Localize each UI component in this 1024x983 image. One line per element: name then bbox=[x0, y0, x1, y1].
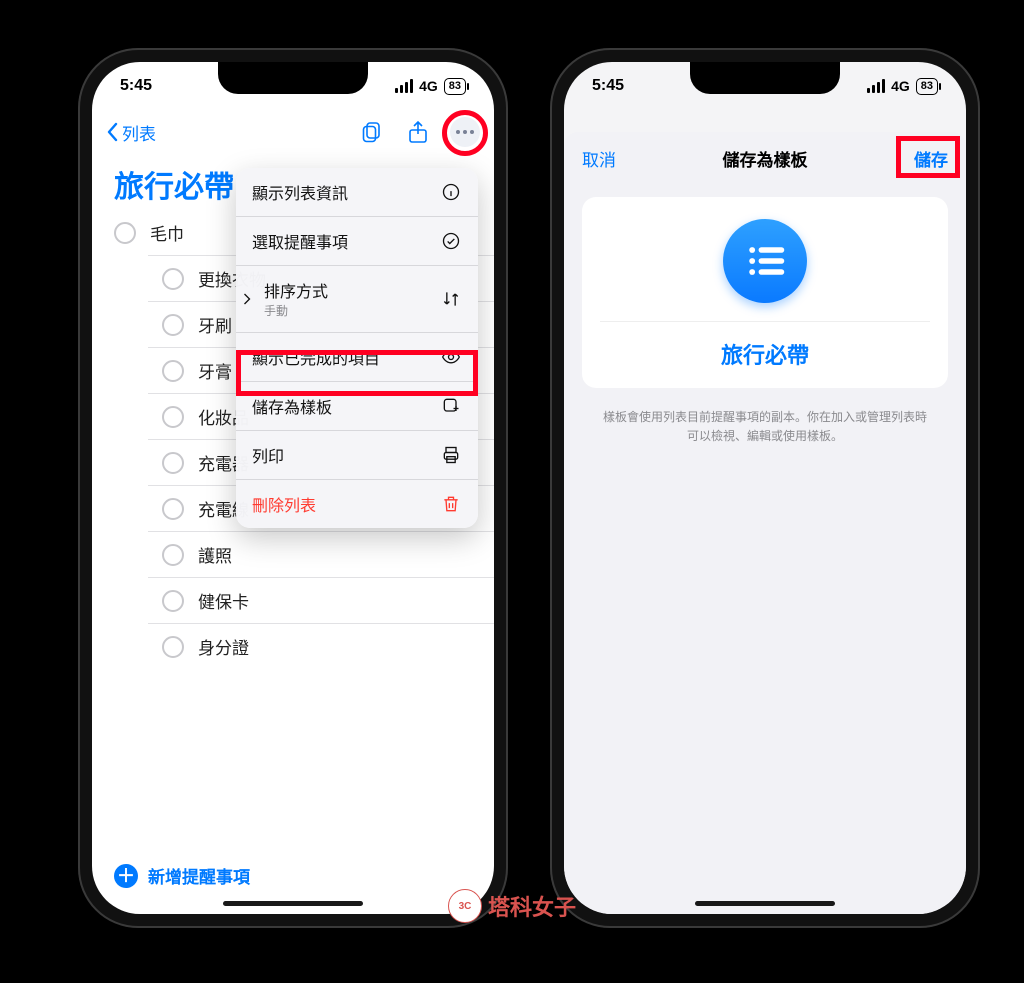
menu-label: 儲存為樣板 bbox=[252, 394, 332, 418]
iphone-frame-left: 5:45 4G 83 列表 旅行必帶 bbox=[78, 48, 508, 928]
back-button[interactable]: 列表 bbox=[106, 120, 156, 145]
reminder-label: 牙刷 bbox=[198, 312, 232, 337]
checkbox-icon[interactable] bbox=[162, 590, 184, 612]
network-label: 4G bbox=[891, 78, 910, 94]
list-actions-menu: 顯示列表資訊 選取提醒事項 排序方式 手動 顯示已完成的項目 bbox=[236, 168, 478, 528]
checkbox-icon[interactable] bbox=[162, 452, 184, 474]
checkbox-icon[interactable] bbox=[162, 314, 184, 336]
menu-sort-by[interactable]: 排序方式 手動 bbox=[236, 265, 478, 332]
nav-bar: 列表 bbox=[92, 110, 494, 154]
save-button[interactable]: 儲存 bbox=[914, 146, 948, 171]
notch bbox=[218, 62, 368, 94]
status-time: 5:45 bbox=[120, 77, 152, 95]
battery-icon: 83 bbox=[444, 78, 466, 95]
notch bbox=[690, 62, 840, 94]
reminder-label: 毛巾 bbox=[150, 220, 184, 245]
back-label: 列表 bbox=[122, 120, 156, 145]
menu-select-reminders[interactable]: 選取提醒事項 bbox=[236, 216, 478, 265]
watermark-badge-icon: 3C bbox=[448, 889, 482, 923]
info-icon bbox=[440, 181, 462, 203]
template-add-icon bbox=[440, 395, 462, 417]
watermark: 3C 塔科女子 bbox=[448, 889, 576, 923]
menu-show-list-info[interactable]: 顯示列表資訊 bbox=[236, 168, 478, 216]
checkbox-icon[interactable] bbox=[114, 222, 136, 244]
new-reminder-label: 新增提醒事項 bbox=[148, 863, 250, 888]
signal-icon bbox=[867, 79, 885, 93]
home-indicator[interactable] bbox=[695, 901, 835, 906]
cancel-button[interactable]: 取消 bbox=[582, 146, 616, 171]
menu-label: 列印 bbox=[252, 443, 284, 467]
plus-circle-icon: ＋ bbox=[114, 864, 138, 888]
status-time: 5:45 bbox=[592, 77, 624, 95]
list-bullet-icon bbox=[743, 239, 787, 283]
sheet-title: 儲存為樣板 bbox=[723, 146, 808, 171]
iphone-frame-right: 5:45 4G 83 取消 儲存為樣板 儲存 bbox=[550, 48, 980, 928]
more-button[interactable] bbox=[450, 117, 480, 147]
menu-label: 排序方式 bbox=[264, 284, 328, 301]
watermark-text: 塔科女子 bbox=[488, 890, 576, 922]
checkbox-icon[interactable] bbox=[162, 498, 184, 520]
template-hint-text: 樣板會使用列表目前提醒事項的副本。你在加入或管理列表時可以檢視、編輯或使用樣板。 bbox=[564, 400, 966, 446]
reminder-label: 身分證 bbox=[198, 634, 249, 659]
copy-button[interactable] bbox=[358, 118, 386, 146]
template-name-field[interactable]: 旅行必帶 bbox=[600, 321, 930, 370]
checkbox-icon[interactable] bbox=[162, 544, 184, 566]
status-right: 4G 83 bbox=[395, 78, 466, 95]
save-template-sheet: 取消 儲存為樣板 儲存 旅行必帶 樣板會使用列 bbox=[564, 132, 966, 914]
reminder-item[interactable]: 護照 bbox=[148, 531, 494, 577]
copy-icon bbox=[360, 120, 384, 144]
printer-icon bbox=[440, 444, 462, 466]
status-right: 4G 83 bbox=[867, 78, 938, 95]
trash-icon bbox=[440, 493, 462, 515]
screen-right: 5:45 4G 83 取消 儲存為樣板 儲存 bbox=[564, 62, 966, 914]
menu-delete-list[interactable]: 刪除列表 bbox=[236, 479, 478, 528]
sort-icon bbox=[440, 288, 462, 310]
share-icon bbox=[406, 120, 430, 144]
battery-icon: 83 bbox=[916, 78, 938, 95]
list-title: 旅行必帶 bbox=[114, 162, 234, 206]
sheet-header: 取消 儲存為樣板 儲存 bbox=[564, 132, 966, 185]
checkbox-icon[interactable] bbox=[162, 360, 184, 382]
new-reminder-button[interactable]: ＋ 新增提醒事項 bbox=[114, 863, 250, 888]
menu-label: 刪除列表 bbox=[252, 492, 316, 516]
nav-actions bbox=[358, 117, 480, 147]
menu-label: 選取提醒事項 bbox=[252, 229, 348, 253]
template-list-icon[interactable] bbox=[723, 219, 807, 303]
checkbox-icon[interactable] bbox=[162, 268, 184, 290]
share-button[interactable] bbox=[404, 118, 432, 146]
checkbox-icon[interactable] bbox=[162, 636, 184, 658]
menu-label: 顯示已完成的項目 bbox=[252, 345, 380, 369]
reminder-item[interactable]: 健保卡 bbox=[148, 577, 494, 623]
reminder-item[interactable]: 身分證 bbox=[148, 623, 494, 669]
checkbox-icon[interactable] bbox=[162, 406, 184, 428]
network-label: 4G bbox=[419, 78, 438, 94]
chevron-left-icon bbox=[106, 122, 120, 142]
menu-print[interactable]: 列印 bbox=[236, 430, 478, 479]
menu-show-completed[interactable]: 顯示已完成的項目 bbox=[236, 332, 478, 381]
menu-save-as-template[interactable]: 儲存為樣板 bbox=[236, 381, 478, 430]
eye-icon bbox=[440, 346, 462, 368]
template-card: 旅行必帶 bbox=[582, 197, 948, 388]
check-circle-icon bbox=[440, 230, 462, 252]
reminder-label: 健保卡 bbox=[198, 588, 249, 613]
menu-label: 顯示列表資訊 bbox=[252, 180, 348, 204]
reminder-label: 牙膏 bbox=[198, 358, 232, 383]
chevron-right-icon bbox=[236, 266, 258, 332]
signal-icon bbox=[395, 79, 413, 93]
home-indicator[interactable] bbox=[223, 901, 363, 906]
screen-left: 5:45 4G 83 列表 旅行必帶 bbox=[92, 62, 494, 914]
reminder-label: 護照 bbox=[198, 542, 232, 567]
menu-sublabel: 手動 bbox=[264, 304, 288, 318]
